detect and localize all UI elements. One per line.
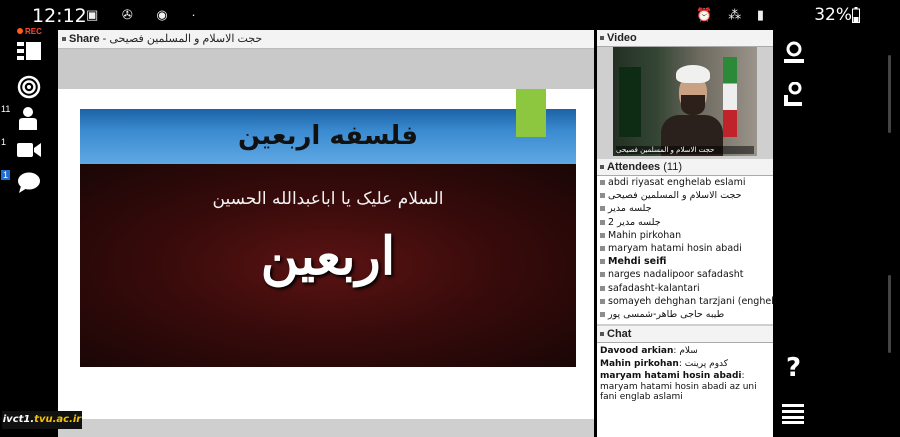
chat-message: Davood arkian: سلام: [600, 346, 698, 356]
share-backdrop: [58, 49, 594, 89]
scrollbar[interactable]: [888, 275, 891, 353]
person-icon: [600, 206, 605, 212]
raise-hand-icon[interactable]: [782, 81, 806, 113]
list-item[interactable]: جلسه مدیر 2: [597, 216, 773, 229]
chat-icon[interactable]: [17, 172, 41, 199]
iran-flag-icon: [723, 57, 737, 137]
slide-subtitle: السلام علیک یا اباعبدالله الحسین: [212, 189, 444, 209]
person-icon: [600, 245, 605, 251]
scrollbar[interactable]: [888, 55, 891, 133]
menu-icon[interactable]: [782, 404, 804, 429]
pod-menu-icon[interactable]: [600, 164, 604, 169]
recording-indicator: REC: [17, 27, 42, 36]
list-item[interactable]: abdi riyasat enghelab eslami: [597, 176, 773, 189]
video-pod-header: Video: [597, 30, 773, 47]
attendees-pod-header: Attendees (11): [597, 159, 773, 176]
person-icon: [600, 298, 605, 304]
speaker-turban: [676, 65, 710, 83]
person-icon: [600, 180, 605, 185]
person-icon: [600, 285, 605, 291]
chat-messages[interactable]: Davood arkian: سلام Mahin pirkohan: کدوم…: [597, 343, 773, 437]
site-watermark: ivct1.tvu.ac.ir: [2, 411, 82, 429]
slide-background: السلام علیک یا اباعبدالله الحسین اربعین: [80, 164, 576, 367]
black-banner: [619, 67, 641, 137]
list-item[interactable]: Mehdi seifi: [597, 255, 773, 268]
help-icon[interactable]: ?: [786, 353, 801, 383]
list-item[interactable]: narges nadalipoor safadasht: [597, 268, 773, 281]
share-footer: [58, 419, 594, 437]
broadcast-icon[interactable]: [17, 75, 41, 104]
right-toolbar: ?: [773, 30, 815, 437]
battery-level: 32%: [814, 5, 852, 25]
person-icon: [600, 272, 605, 278]
video-feed[interactable]: حجت الاسلام و المسلمین فصیحی: [613, 47, 757, 156]
list-item[interactable]: maryam hatami hosin abadi: [597, 242, 773, 255]
chat-pod-header: Chat: [597, 326, 773, 343]
share-pod-header: Share - حجت الاسلام و المسلمین فصیحی: [58, 30, 594, 49]
slide: فلسفه اربعین السلام علیک یا اباعبدالله ا…: [80, 89, 576, 367]
video-caption: حجت الاسلام و المسلمین فصیحی: [616, 146, 754, 154]
pod-menu-icon[interactable]: [62, 36, 66, 41]
list-item[interactable]: somayeh dehghan tarzjani (enghelab: [597, 295, 773, 308]
list-item[interactable]: طیبه حاجی طاهر-شمسی پور: [597, 308, 773, 321]
person-icon: [600, 232, 605, 238]
slide-title: فلسفه اربعین: [238, 121, 418, 151]
battery-icon: [852, 7, 860, 23]
person-icon: [600, 259, 605, 265]
slide-calligraphy: اربعین: [260, 226, 396, 287]
attendee-list[interactable]: abdi riyasat enghelab eslami حجت الاسلام…: [597, 176, 773, 324]
camera-icon[interactable]: [17, 142, 41, 163]
list-item[interactable]: safadasht-kalantari: [597, 282, 773, 295]
share-pod-label: Share: [69, 33, 100, 45]
system-icons: ⏰ ⁂ ▮: [696, 7, 770, 22]
list-item[interactable]: حجت الاسلام و المسلمین فصیحی: [597, 189, 773, 202]
speaker-beard: [681, 95, 705, 115]
attendee-count-badge: 11: [1, 104, 11, 114]
screen-edge: [815, 30, 900, 437]
share-presenter-name: - حجت الاسلام و المسلمین فصیحی: [102, 33, 263, 45]
record-dot-icon: [17, 28, 23, 34]
chat-count-badge: 1: [1, 170, 11, 180]
right-pods: Video حجت الاسلام و المسلمین فصیحی Atten…: [597, 30, 773, 437]
share-pod: Share - حجت الاسلام و المسلمین فصیحی فلس…: [58, 30, 594, 437]
left-toolbar: REC 11 1 1: [0, 27, 58, 437]
slide-canvas: فلسفه اربعین السلام علیک یا اباعبدالله ا…: [58, 89, 594, 419]
pod-menu-icon[interactable]: [600, 35, 604, 40]
person-icon: [600, 311, 605, 317]
person-icon: [600, 219, 605, 225]
user-profile-icon[interactable]: [782, 40, 806, 69]
clock: 12:12: [32, 5, 87, 27]
attendees-icon[interactable]: [17, 106, 39, 135]
chat-message: Mahin pirkohan: کدوم پرینت: [600, 358, 729, 369]
pod-menu-icon[interactable]: [600, 331, 604, 336]
person-icon: [600, 193, 605, 199]
list-item[interactable]: جلسه مدیر: [597, 202, 773, 215]
status-bar: 12:12 ▣ ✇ ◉ · ⏰ ⁂ ▮ 32%: [0, 0, 900, 30]
notification-icons: ▣ ✇ ◉ ·: [86, 7, 206, 22]
chat-message: maryam hatami hosin abadi: maryam hatami…: [600, 371, 757, 402]
camera-count-badge: 1: [1, 137, 7, 147]
list-item[interactable]: Mahin pirkohan: [597, 229, 773, 242]
layouts-icon[interactable]: [17, 42, 41, 65]
